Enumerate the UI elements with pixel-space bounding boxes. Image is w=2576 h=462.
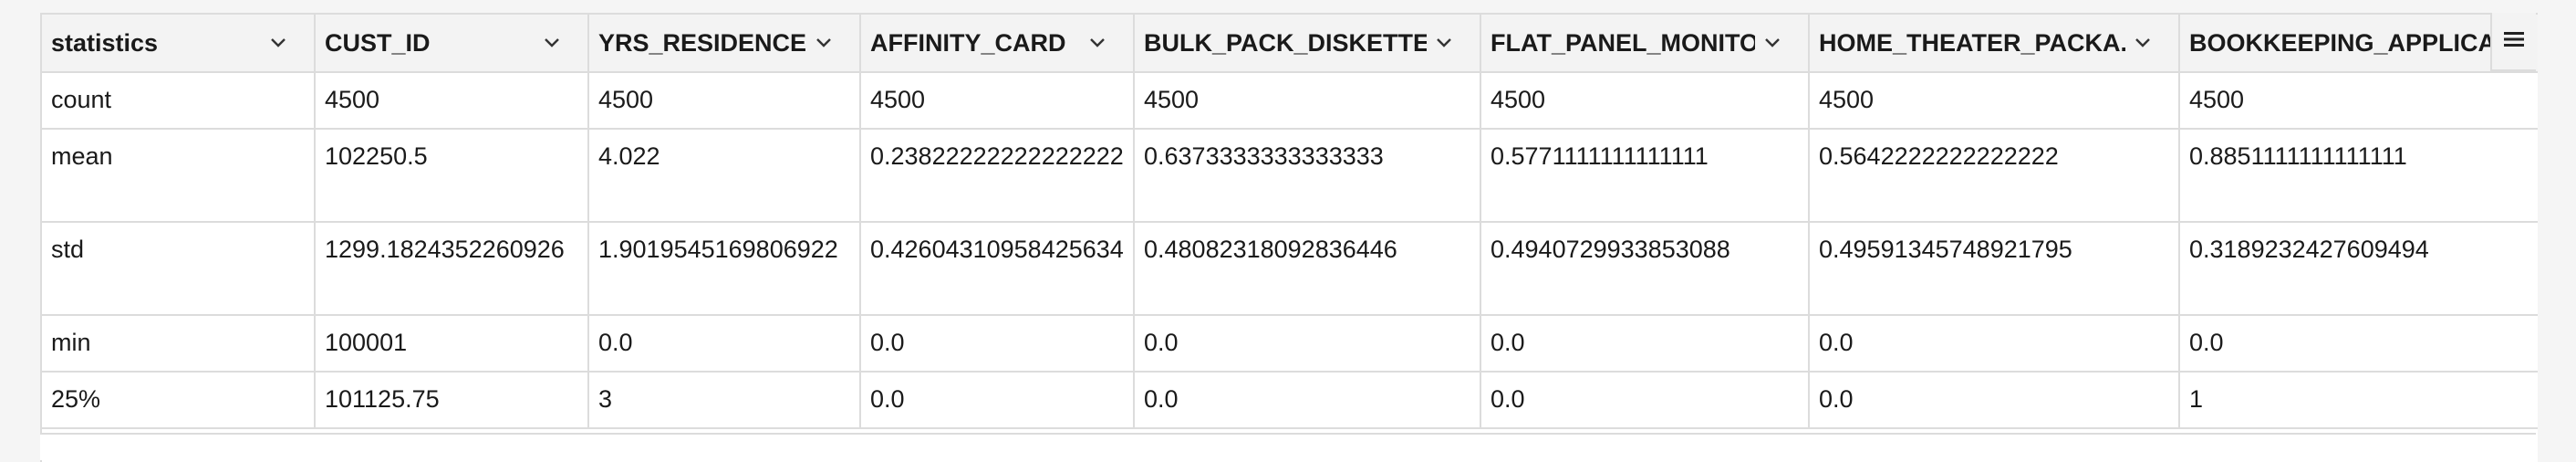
table-cell: 0.6373333333333333	[1135, 130, 1481, 221]
table-cell: 0.0	[1481, 316, 1810, 371]
table-cell: 4500	[316, 73, 589, 128]
table-cell: 0.3189232427609494	[2180, 223, 2538, 314]
chevron-down-icon[interactable]	[1759, 37, 1786, 48]
table-row: mean 102250.5 4.022 0.23822222222222222 …	[42, 130, 2538, 223]
table-cell: 0.4940729933853088	[1481, 223, 1810, 314]
table-header-row: statistics CUST_ID YRS_RESIDENCE . AFFIN…	[42, 15, 2538, 73]
row-label-cell: min	[42, 316, 316, 371]
column-header-flat-panel-monitor[interactable]: FLAT_PANEL_MONITO.	[1481, 15, 1810, 71]
hamburger-menu-icon	[2503, 30, 2525, 53]
column-header-label: HOME_THEATER_PACKA.	[1819, 29, 2125, 57]
table-row: std 1299.1824352260926 1.901954516980692…	[42, 223, 2538, 316]
table-cell: 1	[2180, 373, 2538, 427]
row-label-cell: std	[42, 223, 316, 314]
column-header-home-theater-package[interactable]: HOME_THEATER_PACKA.	[1810, 15, 2180, 71]
table-cell: 0.0	[1810, 373, 2180, 427]
column-header-label: BOOKKEEPING_APPLICA	[2189, 29, 2497, 57]
column-header-label: statistics	[51, 29, 159, 57]
column-header-label: CUST_ID	[325, 29, 431, 57]
column-header-bulk-pack-diskettes[interactable]: BULK_PACK_DISKETTE.	[1135, 15, 1481, 71]
table-cell: 1299.1824352260926	[316, 223, 589, 314]
table-cell: 0.5771111111111111	[1481, 130, 1810, 221]
chevron-down-icon[interactable]	[1084, 37, 1111, 48]
table-cell: 4500	[1810, 73, 2180, 128]
column-header-statistics[interactable]: statistics	[42, 15, 316, 71]
table-cell: 4500	[861, 73, 1135, 128]
table-cell: 0.0	[861, 373, 1135, 427]
chevron-down-icon[interactable]	[538, 37, 566, 48]
table-cell: 101125.75	[316, 373, 589, 427]
column-header-label: FLAT_PANEL_MONITO.	[1491, 29, 1755, 57]
column-header-affinity-card[interactable]: AFFINITY_CARD	[861, 15, 1135, 71]
row-label-cell: 25%	[42, 373, 316, 427]
table-cell: 0.8851111111111111	[2180, 130, 2538, 221]
table-cell: 0.0	[1481, 373, 1810, 427]
column-header-bookkeeping-application[interactable]: BOOKKEEPING_APPLICA	[2180, 15, 2538, 71]
table-cell: 1.9019545169806922	[589, 223, 861, 314]
table-cell: 0.0	[1810, 316, 2180, 371]
table-footer	[40, 433, 2536, 460]
table-cell: 4500	[589, 73, 861, 128]
table-cell: 100001	[316, 316, 589, 371]
column-menu-button[interactable]	[2490, 13, 2536, 71]
table-cell: 0.23822222222222222	[861, 130, 1135, 221]
table-cell: 4500	[2180, 73, 2538, 128]
table-cell: 4500	[1135, 73, 1481, 128]
table-row: 25% 101125.75 3 0.0 0.0 0.0 0.0 1	[42, 373, 2538, 429]
table-row: count 4500 4500 4500 4500 4500 4500 4500	[42, 73, 2538, 130]
chevron-down-icon[interactable]	[810, 37, 837, 48]
table-cell: 0.0	[1135, 373, 1481, 427]
chevron-down-icon[interactable]	[2129, 37, 2156, 48]
column-header-cust-id[interactable]: CUST_ID	[316, 15, 589, 71]
chevron-down-icon[interactable]	[1430, 37, 1458, 48]
statistics-table: statistics CUST_ID YRS_RESIDENCE . AFFIN…	[40, 13, 2538, 462]
row-label-cell: count	[42, 73, 316, 128]
column-header-label: BULK_PACK_DISKETTE.	[1144, 29, 1427, 57]
table-cell: 0.0	[589, 316, 861, 371]
table-cell: 0.0	[2180, 316, 2538, 371]
row-label-cell: mean	[42, 130, 316, 221]
table-cell: 3	[589, 373, 861, 427]
table-cell: 102250.5	[316, 130, 589, 221]
column-header-label: AFFINITY_CARD	[870, 29, 1066, 57]
table-cell: 4.022	[589, 130, 861, 221]
data-grid-frame: statistics CUST_ID YRS_RESIDENCE . AFFIN…	[0, 0, 2576, 462]
table-cell: 4500	[1481, 73, 1810, 128]
table-cell: 0.5642222222222222	[1810, 130, 2180, 221]
column-header-yrs-residence[interactable]: YRS_RESIDENCE .	[589, 15, 861, 71]
table-cell: 0.49591345748921795	[1810, 223, 2180, 314]
table-row: min 100001 0.0 0.0 0.0 0.0 0.0 0.0	[42, 316, 2538, 373]
table-cell: 0.48082318092836446	[1135, 223, 1481, 314]
table-cell: 0.42604310958425634	[861, 223, 1135, 314]
table-grid: statistics CUST_ID YRS_RESIDENCE . AFFIN…	[42, 15, 2538, 435]
column-header-label: YRS_RESIDENCE .	[598, 29, 806, 57]
table-cell: 0.0	[861, 316, 1135, 371]
chevron-down-icon[interactable]	[265, 37, 292, 48]
table-cell: 0.0	[1135, 316, 1481, 371]
